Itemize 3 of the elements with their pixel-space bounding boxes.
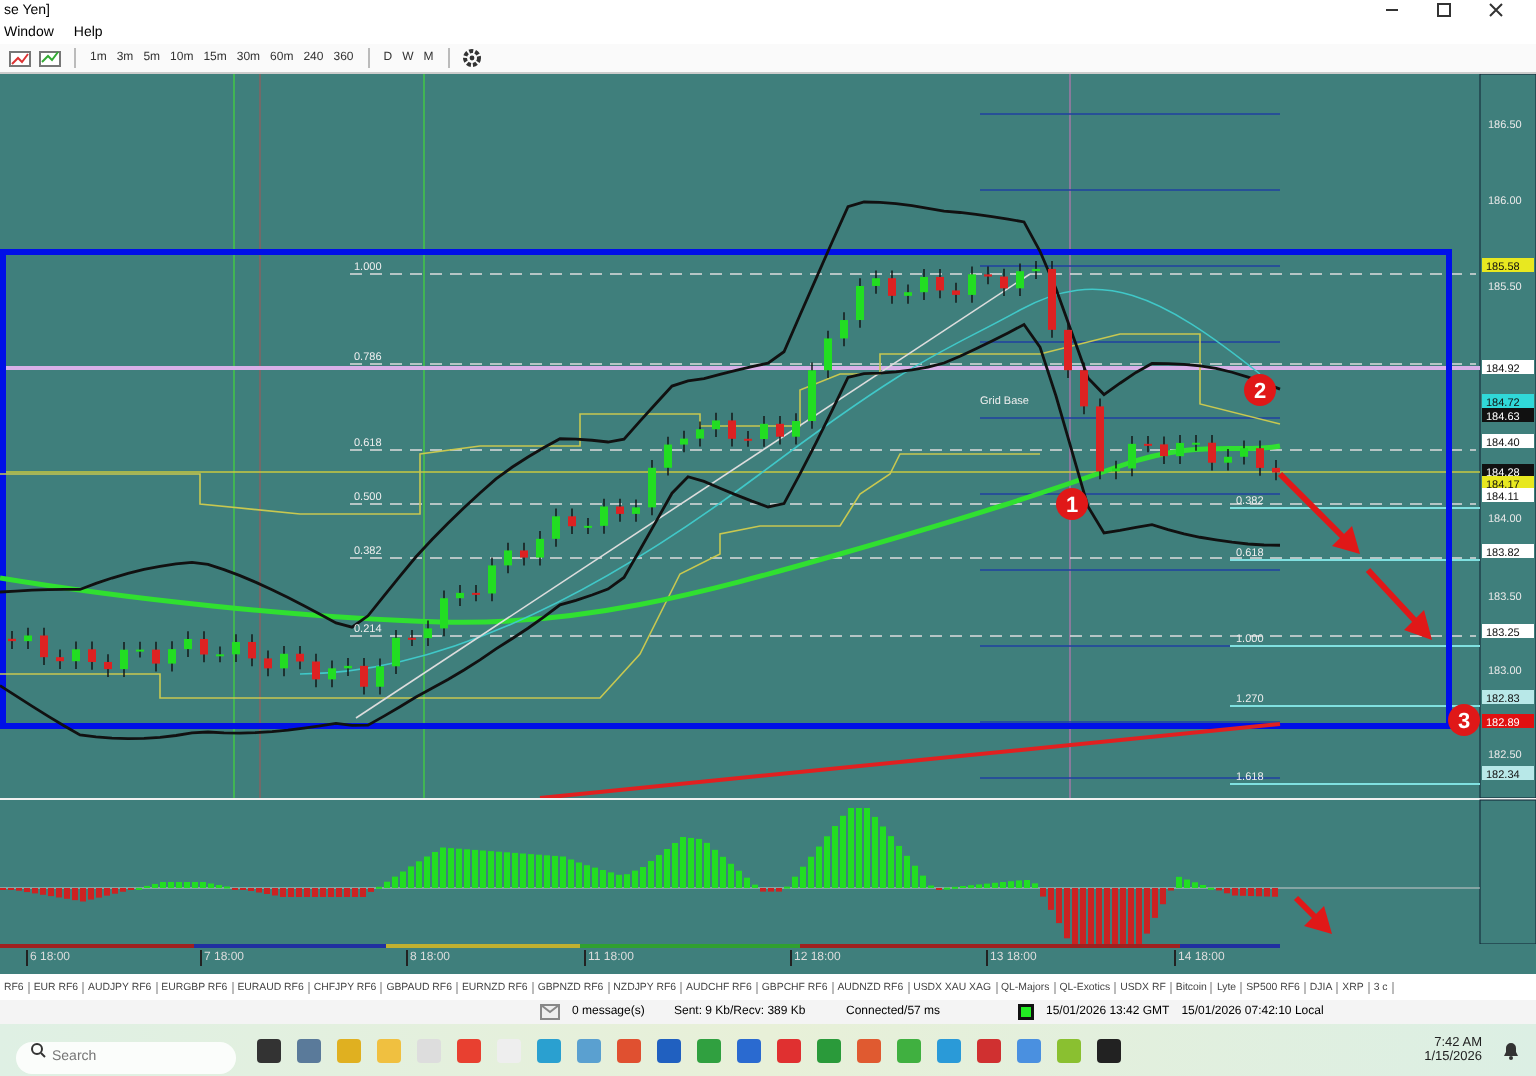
numbered-marker: 2 xyxy=(1244,374,1276,406)
numbered-marker: 1 xyxy=(1056,488,1088,520)
numbered-marker: 3 xyxy=(1448,704,1480,736)
